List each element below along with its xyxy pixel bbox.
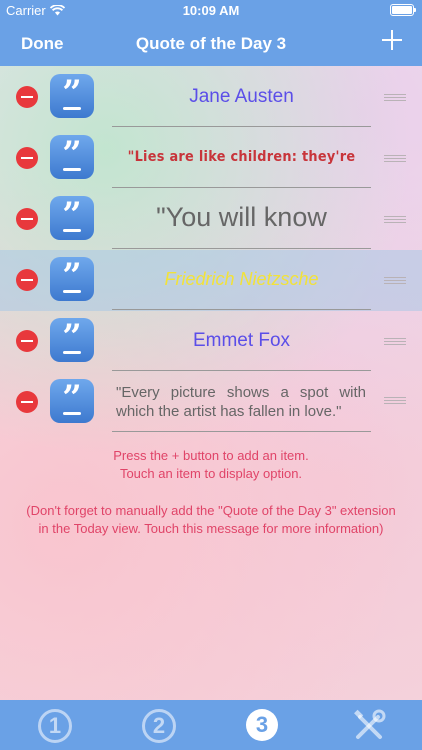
quote-icon: ” [50, 257, 94, 301]
quote-icon: ” [50, 379, 94, 423]
help-text-add: Press the + button to add an item. [113, 448, 309, 463]
divider [112, 370, 371, 371]
reorder-handle-icon[interactable] [384, 155, 406, 162]
list-item-text: Emmet Fox [192, 330, 291, 351]
plus-icon[interactable] [382, 30, 402, 50]
tab-bar: 1 2 3 [0, 700, 422, 750]
tab-1[interactable]: 1 [38, 709, 72, 743]
list-item-text: Jane Austen [189, 86, 294, 107]
quote-icon: ” [50, 196, 94, 240]
list-item-text: Friedrich Nietzsche [164, 269, 319, 289]
help-text-touch: Touch an item to display option. [119, 466, 303, 481]
extension-note[interactable]: (Don't forget to manually add the "Quote… [20, 502, 402, 538]
divider [112, 187, 371, 188]
clock: 10:09 AM [182, 3, 240, 18]
divider [112, 309, 371, 310]
quote-icon: ” [50, 135, 94, 179]
minus-circle-icon[interactable] [16, 208, 38, 230]
list-item[interactable]: ” Jane Austen [0, 67, 422, 128]
tab-3[interactable]: 3 [246, 709, 278, 741]
tools-icon[interactable] [352, 709, 386, 743]
divider [112, 248, 371, 249]
reorder-handle-icon[interactable] [384, 216, 406, 223]
reorder-handle-icon[interactable] [384, 397, 406, 404]
minus-circle-icon[interactable] [16, 147, 38, 169]
navigation-bar: Done Quote of the Day 3 [0, 22, 422, 66]
list-item[interactable]: ” "Lies are like children: they're [0, 128, 422, 189]
minus-circle-icon[interactable] [16, 86, 38, 108]
list-item-text: "Lies are like children: they're [127, 149, 356, 165]
list-item-text: "Every picture shows a spot with which t… [116, 384, 366, 420]
quote-icon: ” [50, 318, 94, 362]
divider [112, 126, 371, 127]
list-item[interactable]: ” "Every picture shows a spot with which… [0, 372, 422, 433]
status-bar: Carrier 10:09 AM [0, 0, 422, 22]
tab-2[interactable]: 2 [142, 709, 176, 743]
list-item[interactable]: ” Friedrich Nietzsche [0, 250, 422, 311]
list-item[interactable]: ” Emmet Fox [0, 311, 422, 372]
minus-circle-icon[interactable] [16, 391, 38, 413]
minus-circle-icon[interactable] [16, 269, 38, 291]
list-item-text: "You will know [156, 202, 327, 232]
battery-icon [390, 4, 416, 16]
divider [112, 431, 371, 432]
page-title: Quote of the Day 3 [135, 34, 287, 53]
reorder-handle-icon[interactable] [384, 338, 406, 345]
reorder-handle-icon[interactable] [384, 277, 406, 284]
quote-icon: ” [50, 74, 94, 118]
minus-circle-icon[interactable] [16, 330, 38, 352]
list-item[interactable]: ” "You will know [0, 189, 422, 250]
reorder-handle-icon[interactable] [384, 94, 406, 101]
